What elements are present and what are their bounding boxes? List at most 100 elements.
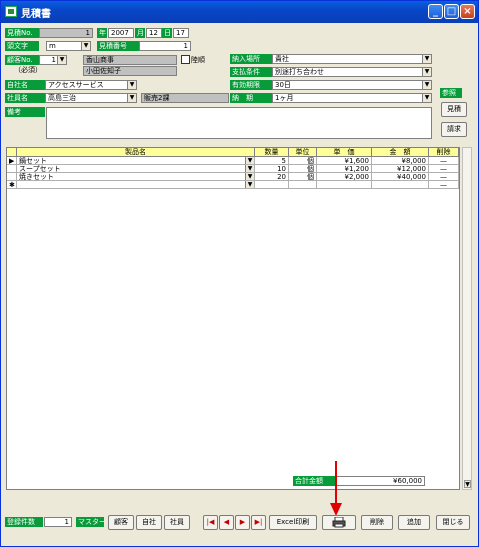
print-button[interactable]	[322, 515, 356, 530]
validity-select[interactable]: 30日 ▼	[272, 80, 432, 90]
printer-icon	[332, 516, 346, 528]
table-cell-price[interactable]: ¥1,200	[317, 165, 372, 173]
table-cell-unit[interactable]: 個	[289, 157, 317, 165]
due-value: 1ヶ月	[275, 94, 294, 102]
table-cell-price-new[interactable]	[317, 181, 372, 189]
company-select[interactable]: アクセスサービス ▼	[45, 80, 137, 90]
company-label: 自社名	[5, 80, 45, 90]
prefix-select[interactable]: m ▼	[46, 41, 91, 51]
estimate-number-field[interactable]: 1	[139, 41, 191, 51]
delivery-place-value: 貴社	[275, 55, 289, 63]
table-cell-qty[interactable]: 10	[255, 165, 289, 173]
table-cell-qty-new[interactable]	[255, 181, 289, 189]
row-selector[interactable]	[7, 165, 17, 173]
staff-label: 社員名	[5, 93, 45, 103]
chevron-down-icon[interactable]: ▼	[245, 181, 254, 188]
row-delete-button[interactable]: —	[429, 165, 459, 173]
new-row-marker[interactable]: ✱	[7, 181, 17, 189]
staff-master-button[interactable]: 社員	[164, 515, 190, 530]
delete-record-button[interactable]: 削除	[361, 515, 393, 530]
landscape-label: 陸順	[191, 56, 205, 64]
chevron-down-icon[interactable]: ▼	[422, 68, 431, 76]
column-header-amount: 金 額	[372, 148, 429, 157]
chevron-down-icon[interactable]: ▼	[245, 173, 254, 180]
table-cell-product-new[interactable]: ▼	[17, 181, 255, 189]
prev-record-icon[interactable]: ◀	[219, 515, 234, 530]
chevron-down-icon[interactable]: ▼	[57, 56, 66, 64]
validity-value: 30日	[275, 81, 291, 89]
record-count-label: 登録件数	[5, 517, 43, 527]
row-selector[interactable]	[7, 173, 17, 181]
table-cell-product[interactable]: 鍋セット ▼	[17, 157, 255, 165]
delivery-place-select[interactable]: 貴社 ▼	[272, 54, 432, 64]
table-cell-product[interactable]: スープセット ▼	[17, 165, 255, 173]
day-field[interactable]: 17	[173, 28, 189, 38]
staff-value: 高島三治	[48, 94, 76, 102]
table-cell-qty[interactable]: 5	[255, 157, 289, 165]
app-icon	[5, 6, 17, 17]
total-field: ¥60,000	[335, 476, 425, 486]
chevron-down-icon[interactable]: ▼	[422, 81, 431, 89]
day-label: 日	[162, 28, 172, 38]
company-master-button[interactable]: 自社	[136, 515, 162, 530]
department-field: 販売2課	[141, 93, 229, 103]
form-area: 見積No. 1 年 2007 月 12 日 17 頭文字 m ▼ 見積番号 1 顧…	[4, 26, 475, 543]
close-window-button[interactable]: ×	[460, 4, 475, 19]
table-cell-unit[interactable]: 個	[289, 165, 317, 173]
chevron-down-icon[interactable]: ▼	[245, 165, 254, 172]
month-field[interactable]: 12	[146, 28, 162, 38]
chevron-down-icon[interactable]: ▼	[127, 94, 136, 102]
validity-label: 有効期限	[230, 80, 272, 90]
table-cell-price[interactable]: ¥2,000	[317, 173, 372, 181]
chevron-down-icon[interactable]: ▼	[81, 42, 90, 50]
customer-master-button[interactable]: 顧客	[108, 515, 134, 530]
prefix-label: 頭文字	[5, 41, 39, 51]
chevron-down-icon[interactable]: ▼	[422, 94, 431, 102]
next-record-icon[interactable]: ▶	[235, 515, 250, 530]
chevron-down-icon[interactable]: ▼	[422, 55, 431, 63]
prefix-value: m	[49, 42, 56, 50]
scroll-down-icon[interactable]: ▼	[464, 480, 471, 488]
staff-select[interactable]: 高島三治 ▼	[45, 93, 137, 103]
column-header-product: 製品名	[17, 148, 255, 157]
customer-no-select[interactable]: 1 ▼	[39, 55, 67, 65]
payment-select[interactable]: 別途打ち合わせ ▼	[272, 67, 432, 77]
close-form-button[interactable]: 閉じる	[436, 515, 470, 530]
excel-print-button[interactable]: Excel印刷	[269, 515, 317, 530]
row-delete-button[interactable]: —	[429, 173, 459, 181]
table-cell-amount-new	[372, 181, 429, 189]
table-cell-amount: ¥8,000	[372, 157, 429, 165]
row-delete-button[interactable]: —	[429, 157, 459, 165]
landscape-checkbox[interactable]	[181, 55, 190, 64]
first-record-icon[interactable]: |◀	[203, 515, 218, 530]
reference-invoice-button[interactable]: 請求	[441, 122, 467, 137]
estimate-no-field[interactable]: 1	[39, 28, 93, 38]
payment-label: 支払条件	[230, 67, 272, 77]
add-record-button[interactable]: 追加	[398, 515, 430, 530]
notes-label: 備考	[5, 107, 45, 117]
year-field[interactable]: 2007	[108, 28, 134, 38]
customer-contact-field: 小田佐知子	[83, 66, 177, 76]
notes-field[interactable]	[46, 107, 432, 139]
table-cell-price[interactable]: ¥1,600	[317, 157, 372, 165]
table-cell-product[interactable]: 焼きセット ▼	[17, 173, 255, 181]
maximize-button[interactable]: □	[444, 4, 459, 19]
row-delete-button[interactable]: —	[429, 181, 459, 189]
table-cell-qty[interactable]: 20	[255, 173, 289, 181]
row-selector-current[interactable]: ▶	[7, 157, 17, 165]
due-select[interactable]: 1ヶ月 ▼	[272, 93, 432, 103]
reference-label: 参照	[440, 88, 462, 98]
year-label: 年	[97, 28, 107, 38]
red-arrow-annotation	[330, 461, 342, 516]
table-cell-unit[interactable]: 個	[289, 173, 317, 181]
product-value: 焼きセット	[19, 173, 54, 181]
chevron-down-icon[interactable]: ▼	[245, 157, 254, 164]
column-header-qty: 数量	[255, 148, 289, 157]
estimate-no-label: 見積No.	[5, 28, 39, 38]
table-cell-unit-new[interactable]	[289, 181, 317, 189]
chevron-down-icon[interactable]: ▼	[127, 81, 136, 89]
minimize-button[interactable]: _	[428, 4, 443, 19]
reference-estimate-button[interactable]: 見積	[441, 102, 467, 117]
last-record-icon[interactable]: ▶|	[251, 515, 266, 530]
table-scrollbar[interactable]: ▼	[462, 147, 472, 490]
